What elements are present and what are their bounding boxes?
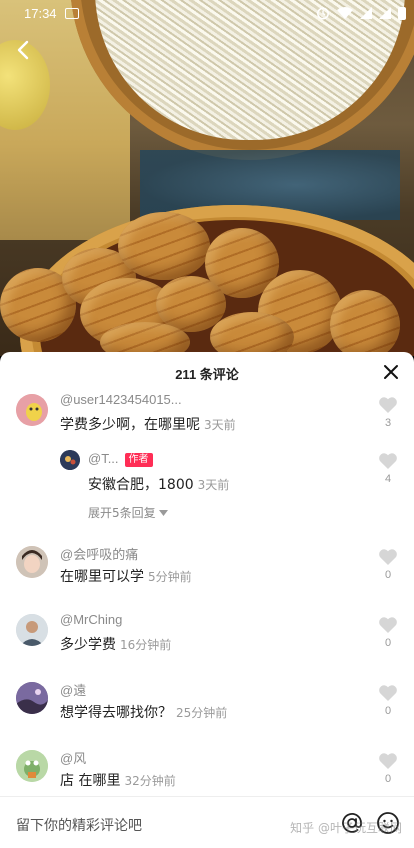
chevron-down-icon xyxy=(159,510,169,516)
braised-egg xyxy=(100,322,190,356)
like-button[interactable]: 3 xyxy=(376,396,400,429)
signal-icon xyxy=(360,7,372,19)
landscape-avatar-icon xyxy=(16,682,48,714)
avatar[interactable] xyxy=(16,394,48,426)
like-count: 0 xyxy=(384,705,392,717)
comment-input-bar[interactable]: 留下你的精彩评论吧 知乎 @叶子玩互联网 xyxy=(0,796,414,848)
comment-input[interactable]: 留下你的精彩评论吧 xyxy=(16,815,142,835)
close-icon[interactable] xyxy=(382,363,400,381)
cartoon-avatar-icon xyxy=(16,394,48,426)
heart-icon xyxy=(379,453,397,469)
like-button[interactable]: 4 xyxy=(376,452,400,485)
heart-icon xyxy=(379,617,397,633)
comment-sheet: 211 条评论 @user1423454015... 学费多少啊，在哪里呢 3天前… xyxy=(0,352,414,848)
comment-body: 在哪里可以学 xyxy=(60,569,144,585)
comment-text: 多少学费 16分钟前 xyxy=(60,634,171,654)
comment-username[interactable]: @风 xyxy=(60,748,86,767)
comment-text: 想学得去哪找你？ 25分钟前 xyxy=(60,702,227,722)
expand-replies-link[interactable]: 展开5条回复 xyxy=(88,504,169,521)
comment-item[interactable]: @MrChing 多少学费 16分钟前 0 xyxy=(0,610,414,670)
comment-item[interactable]: @会呼吸的痛 在哪里可以学 5分钟前 0 xyxy=(0,542,414,602)
comment-time: 16分钟前 xyxy=(120,638,172,652)
braised-egg xyxy=(118,212,210,280)
status-time: 17:34 xyxy=(24,5,57,21)
heart-icon xyxy=(379,549,397,565)
comment-username[interactable]: @user1423454015... xyxy=(60,392,182,407)
like-count: 0 xyxy=(384,773,392,785)
avatar[interactable] xyxy=(16,546,48,578)
comment-body: 店 在哪里 xyxy=(60,773,121,789)
reply-text: 安徽合肥，1800 3天前 xyxy=(88,474,229,494)
image-notification-icon xyxy=(64,7,79,19)
comment-time: 3天前 xyxy=(204,418,236,432)
comment-username[interactable]: @MrChing xyxy=(60,612,122,627)
reply-body: 安徽合肥，1800 xyxy=(88,477,194,493)
comment-username[interactable]: @遠 xyxy=(60,680,86,699)
avatar[interactable] xyxy=(16,682,48,714)
avatar[interactable] xyxy=(16,614,48,646)
alarm-icon xyxy=(317,7,329,20)
author-avatar-icon xyxy=(60,450,80,470)
comment-time: 32分钟前 xyxy=(124,774,176,788)
heart-icon xyxy=(379,397,397,413)
signal-icon-2 xyxy=(379,7,391,19)
like-count: 0 xyxy=(384,569,392,581)
like-count: 0 xyxy=(384,637,392,649)
braised-egg xyxy=(330,290,400,356)
like-button[interactable]: 0 xyxy=(376,684,400,717)
heart-icon xyxy=(379,753,397,769)
author-badge: 作者 xyxy=(124,453,153,467)
comment-body: 想学得去哪找你？ xyxy=(60,705,172,721)
author-avatar[interactable] xyxy=(60,450,80,470)
comment-text: 在哪里可以学 5分钟前 xyxy=(60,566,192,586)
comment-count-title: 211 条评论 xyxy=(175,366,239,382)
like-button[interactable]: 0 xyxy=(376,548,400,581)
frog-avatar-icon xyxy=(16,750,48,782)
girl-avatar-icon xyxy=(16,546,48,578)
battery-icon xyxy=(398,6,406,20)
watermark: 知乎 @叶子玩互联网 xyxy=(290,821,402,835)
back-arrow-icon[interactable] xyxy=(12,38,36,62)
reply-username-text: @T... xyxy=(88,451,119,466)
status-bar: 17:34 xyxy=(0,0,414,26)
comment-time: 5分钟前 xyxy=(148,570,192,584)
like-button[interactable]: 0 xyxy=(376,752,400,785)
wifi-icon xyxy=(337,7,353,19)
braised-egg xyxy=(210,312,294,356)
like-count: 4 xyxy=(384,473,392,485)
comment-body: 多少学费 xyxy=(60,637,116,653)
video-preview[interactable] xyxy=(0,0,414,356)
comment-text: 学费多少啊，在哪里呢 3天前 xyxy=(60,414,236,434)
comment-time: 25分钟前 xyxy=(176,706,228,720)
status-icons xyxy=(316,6,406,20)
sheet-header: 211 条评论 xyxy=(0,352,414,394)
heart-icon xyxy=(379,685,397,701)
expand-replies-label: 展开5条回复 xyxy=(88,506,156,520)
man-avatar-icon xyxy=(16,614,48,646)
reply-item[interactable]: @T... 作者 安徽合肥，1800 3天前 4 xyxy=(0,448,414,528)
reply-username[interactable]: @T... 作者 xyxy=(88,451,153,467)
avatar[interactable] xyxy=(16,750,48,782)
comment-item[interactable]: @遠 想学得去哪找你？ 25分钟前 0 xyxy=(0,678,414,738)
comment-text: 店 在哪里 32分钟前 xyxy=(60,770,176,790)
like-button[interactable]: 0 xyxy=(376,616,400,649)
reply-time: 3天前 xyxy=(197,478,230,492)
comment-body: 学费多少啊，在哪里呢 xyxy=(60,417,200,433)
comment-username[interactable]: @会呼吸的痛 xyxy=(60,544,138,563)
like-count: 3 xyxy=(384,417,392,429)
